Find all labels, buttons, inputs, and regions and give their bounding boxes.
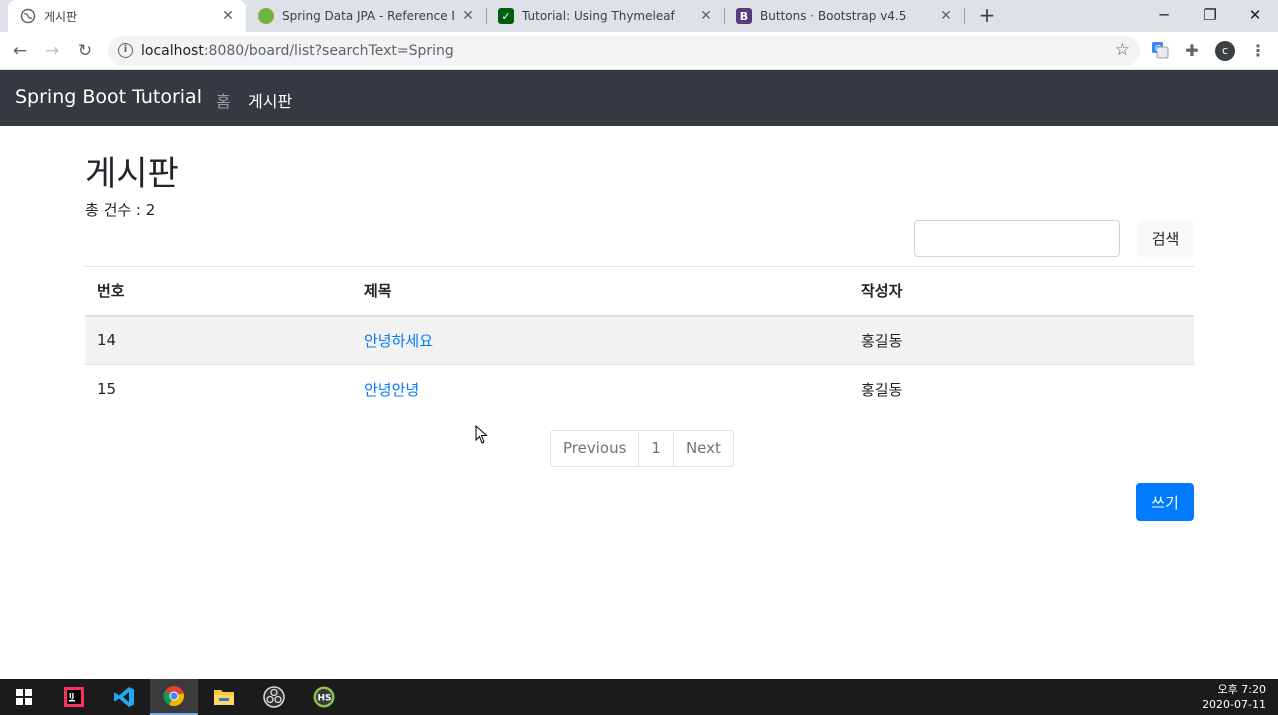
globe-icon [20, 8, 36, 24]
search-input[interactable] [914, 220, 1120, 257]
cell-title: 안녕하세요 [352, 315, 849, 365]
taskbar: IJ HS 오후 7:20 2020-07-11 [0, 679, 1278, 715]
profile-avatar[interactable]: c [1215, 41, 1235, 61]
cell-author: 홍길동 [849, 364, 1194, 414]
browser-tab-board[interactable]: 게시판 ✕ [8, 0, 246, 32]
total-count: 총 건수 : 2 [85, 201, 156, 219]
windows-start-icon[interactable] [0, 679, 48, 715]
browser-tab-spring[interactable]: Spring Data JPA - Reference Do ✕ [246, 0, 486, 32]
back-arrow-icon[interactable]: ← [8, 39, 32, 63]
bookmark-star-icon[interactable]: ☆ [1115, 40, 1130, 60]
post-title-link[interactable]: 안녕하세요 [364, 332, 433, 350]
url-path: :8080/board/list?searchText=Spring [203, 43, 454, 59]
clock-date: 2020-07-11 [1202, 698, 1266, 711]
cell-author: 홍길동 [849, 315, 1194, 365]
info-icon[interactable]: i [118, 43, 133, 58]
svg-text:G: G [1155, 44, 1161, 53]
navbar-brand[interactable]: Spring Boot Tutorial [15, 86, 202, 108]
close-icon[interactable]: ✕ [938, 8, 954, 24]
nav-link-home[interactable]: 홈 [216, 88, 231, 112]
spring-icon [258, 8, 274, 24]
cell-number: 15 [85, 364, 352, 414]
reload-icon[interactable]: ↻ [73, 39, 97, 63]
svg-text:HS: HS [318, 694, 332, 704]
tab-title: Tutorial: Using Thymeleaf [522, 9, 675, 23]
browser-toolbar: ← → ↻ i localhost:8080/board/list?search… [0, 32, 1278, 70]
cell-title: 안녕안녕 [352, 364, 849, 414]
nav-link-board[interactable]: 게시판 [248, 88, 292, 112]
browser-tab-thymeleaf[interactable]: ✓ Tutorial: Using Thymeleaf ✕ [486, 0, 724, 32]
vscode-icon[interactable] [100, 679, 148, 715]
url-host: localhost [141, 43, 204, 59]
minimize-icon[interactable]: ─ [1141, 0, 1187, 32]
pagination-next[interactable]: Next [672, 430, 734, 467]
translate-icon[interactable]: G [1150, 41, 1170, 61]
pagination-previous[interactable]: Previous [550, 430, 640, 467]
table-row: 14 안녕하세요 홍길동 [85, 315, 1194, 365]
chrome-icon[interactable] [150, 679, 198, 715]
intellij-icon[interactable]: IJ [50, 679, 98, 715]
tab-title: Spring Data JPA - Reference Do [282, 9, 454, 23]
header-title: 제목 [352, 266, 849, 317]
cell-number: 14 [85, 315, 352, 365]
honeycam-icon[interactable]: HS [300, 679, 348, 715]
address-url: localhost:8080/board/list?searchText=Spr… [141, 43, 454, 59]
tab-title: 게시판 [44, 9, 78, 24]
thymeleaf-icon: ✓ [498, 8, 514, 24]
close-icon[interactable]: ✕ [698, 8, 714, 24]
mouse-cursor-icon [475, 424, 489, 449]
post-title-link[interactable]: 안녕안녕 [364, 381, 419, 399]
kebab-menu-icon[interactable]: ⋮ [1250, 41, 1266, 61]
board-table: 번호 제목 작성자 14 안녕하세요 홍길동 15 안녕안녕 홍길동 [85, 266, 1194, 414]
app-navbar: Spring Boot Tutorial 홈 게시판 [0, 70, 1278, 126]
pagination: Previous 1 Next [550, 430, 734, 467]
browser-tab-bootstrap[interactable]: B Buttons · Bootstrap v4.5 ✕ [724, 0, 964, 32]
restore-icon[interactable]: ❐ [1187, 0, 1233, 32]
window-close-icon[interactable]: ✕ [1232, 0, 1278, 32]
close-icon[interactable]: ✕ [220, 8, 236, 24]
tab-separator [964, 8, 965, 24]
forward-arrow-icon[interactable]: → [40, 39, 64, 63]
browser-tab-strip: 게시판 ✕ Spring Data JPA - Reference Do ✕ ✓… [0, 0, 1278, 32]
table-header-row: 번호 제목 작성자 [85, 266, 1194, 317]
svg-text:IJ: IJ [69, 692, 74, 700]
taskbar-clock[interactable]: 오후 7:20 2020-07-11 [1202, 682, 1266, 712]
bootstrap-icon: B [736, 8, 752, 24]
page-title: 게시판 [85, 154, 179, 194]
search-button[interactable]: 검색 [1137, 220, 1194, 257]
write-button[interactable]: 쓰기 [1136, 483, 1194, 521]
header-number: 번호 [85, 266, 352, 317]
file-explorer-icon[interactable] [200, 679, 248, 715]
header-author: 작성자 [849, 266, 1194, 317]
new-tab-icon[interactable]: + [975, 4, 999, 28]
tab-title: Buttons · Bootstrap v4.5 [760, 9, 907, 23]
close-icon[interactable]: ✕ [460, 8, 476, 24]
obs-icon[interactable] [250, 679, 298, 715]
table-row: 15 안녕안녕 홍길동 [85, 364, 1194, 414]
extensions-puzzle-icon[interactable]: ✚ [1182, 41, 1202, 61]
address-bar[interactable]: i localhost:8080/board/list?searchText=S… [108, 36, 1140, 66]
clock-time: 오후 7:20 [1217, 683, 1266, 696]
pagination-page[interactable]: 1 [638, 430, 674, 467]
